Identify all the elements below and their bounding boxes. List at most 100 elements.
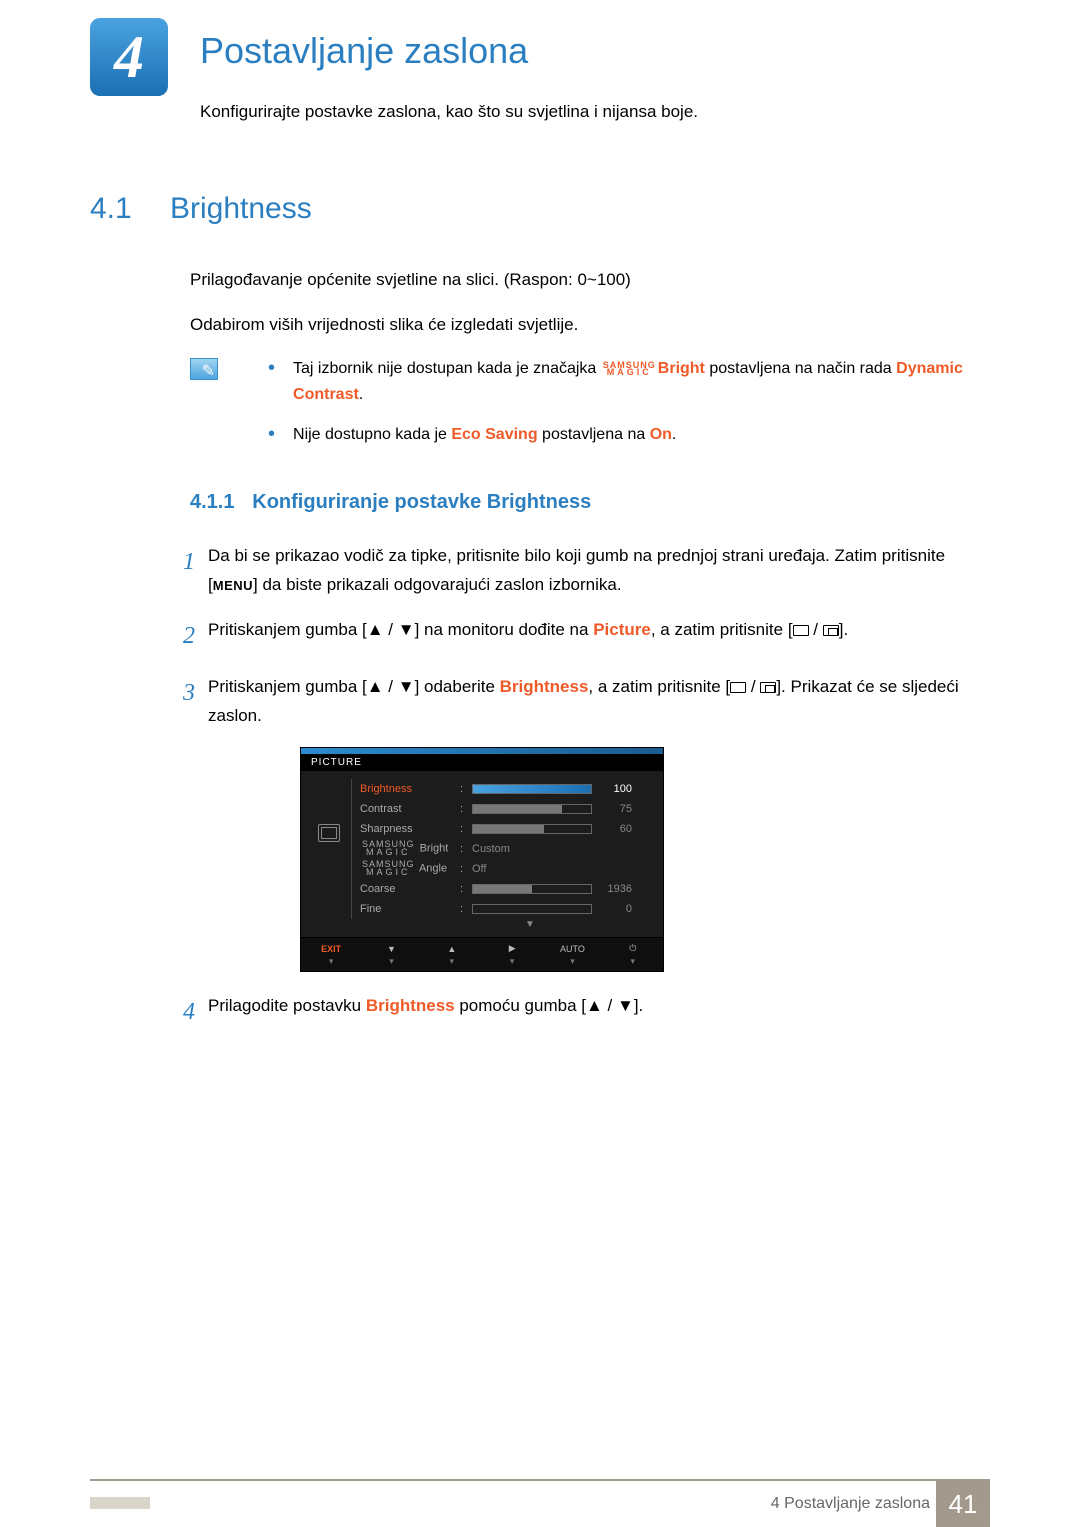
step-number: 4 <box>170 992 208 1033</box>
footer-accent <box>90 1497 150 1509</box>
osd-value: 100 <box>592 783 632 795</box>
footer-rule <box>90 1479 990 1481</box>
step4-text-c: ]. <box>634 996 643 1015</box>
osd-row: Fine: 0 <box>351 899 653 919</box>
osd-row: Sharpness: 60 <box>351 819 653 839</box>
osd-value: 0 <box>592 903 632 915</box>
osd-screenshot: PICTURE Brightness:100Contrast:75Sharpne… <box>300 747 664 972</box>
triangle-up-icon: ▲ <box>586 996 603 1015</box>
step-4: 4 Prilagodite postavku Brightness pomoću… <box>170 992 990 1033</box>
step-number: 1 <box>170 542 208 600</box>
osd-footer-bot: ▾ <box>301 956 361 967</box>
osd-footer-top: EXIT <box>301 942 361 956</box>
osd-footer-bot: ▾ <box>361 956 421 967</box>
osd-value: 60 <box>592 823 632 835</box>
osd-footer-cell: ⏻▾ <box>603 938 663 971</box>
subsection-title: Konfiguriranje postavke Brightness <box>252 491 591 513</box>
step2-text-b: ] na monitoru dođite na <box>415 620 594 639</box>
osd-footer-top: ▲ <box>422 942 482 956</box>
step3-text-b: ] odaberite <box>415 677 500 696</box>
step1-text-b: ] da biste prikazali odgovarajući zaslon… <box>253 575 622 594</box>
section-title: Brightness <box>170 192 312 226</box>
note2-highlight-1: Eco Saving <box>451 426 537 443</box>
note-icon <box>190 358 218 380</box>
footer-text: 4 Postavljanje zaslona <box>771 1495 930 1513</box>
osd-footer-cell: EXIT▾ <box>301 938 361 971</box>
osd-slider <box>472 804 592 814</box>
osd-slider <box>472 904 592 914</box>
osd-row: SAMSUNGMAGIC Angle:Off <box>351 859 653 879</box>
osd-row-label: Sharpness <box>360 823 460 835</box>
osd-colon: : <box>460 823 472 835</box>
osd-row: Contrast: 75 <box>351 799 653 819</box>
note2-text-b: postavljena na <box>542 426 650 443</box>
screen-source-icon <box>823 625 839 636</box>
osd-row-label: Contrast <box>360 803 460 815</box>
step-2: 2 Pritiskanjem gumba [▲ / ▼] na monitoru… <box>170 616 990 657</box>
osd-footer-bot: ▾ <box>603 956 663 967</box>
section-intro-2: Odabirom viših vrijednosti slika će izgl… <box>190 311 990 338</box>
osd-footer-top: ▶ <box>482 942 542 956</box>
osd-slider <box>472 824 592 834</box>
osd-row-label: SAMSUNGMAGIC Bright <box>360 841 460 856</box>
step4-highlight: Brightness <box>366 996 455 1015</box>
section-number: 4.1 <box>90 192 170 226</box>
osd-value-text: Custom <box>472 843 510 855</box>
osd-row-label: Fine <box>360 903 460 915</box>
triangle-down-icon: ▼ <box>398 620 415 639</box>
step4-text-a: Prilagodite postavku <box>208 996 366 1015</box>
osd-footer-bot: ▾ <box>422 956 482 967</box>
note1-bright: Bright <box>658 360 705 377</box>
chapter-number-badge: 4 <box>90 18 168 96</box>
step2-highlight: Picture <box>593 620 651 639</box>
osd-colon: : <box>460 863 472 875</box>
section-intro-1: Prilagođavanje općenite svjetline na sli… <box>190 266 990 293</box>
chapter-number: 4 <box>114 23 144 92</box>
bullet-icon: • <box>268 422 275 448</box>
note1-text-a: Taj izbornik nije dostupan kada je znača… <box>293 360 601 377</box>
page-footer: 4 Postavljanje zaslona 41 <box>0 1479 1080 1527</box>
step2-text-d: ]. <box>839 620 848 639</box>
step3-highlight: Brightness <box>500 677 589 696</box>
step-1: 1 Da bi se prikazao vodič za tipke, prit… <box>170 542 990 600</box>
step-number: 3 <box>170 673 208 731</box>
note-item-1: • Taj izbornik nije dostupan kada je zna… <box>238 356 990 407</box>
step3-text-a: Pritiskanjem gumba [ <box>208 677 367 696</box>
osd-footer-cell: AUTO▾ <box>542 938 602 971</box>
osd-footer-cell: ▲▾ <box>422 938 482 971</box>
osd-value: 75 <box>592 803 632 815</box>
osd-title: PICTURE <box>301 754 663 771</box>
step3-text-c: , a zatim pritisnite [ <box>588 677 730 696</box>
osd-row: Coarse:1936 <box>351 879 653 899</box>
step-3: 3 Pritiskanjem gumba [▲ / ▼] odaberite B… <box>170 673 990 731</box>
step4-text-b: pomoću gumba [ <box>455 996 586 1015</box>
step2-text-a: Pritiskanjem gumba [ <box>208 620 367 639</box>
subsection-number: 4.1.1 <box>190 491 234 513</box>
osd-value: 1936 <box>592 883 632 895</box>
osd-slider <box>472 784 592 794</box>
osd-footer-bot: ▾ <box>482 956 542 967</box>
osd-row-label: SAMSUNGMAGIC Angle <box>360 861 460 876</box>
osd-footer-cell: ▼▾ <box>361 938 421 971</box>
screen-icon <box>793 625 809 636</box>
osd-row: Brightness:100 <box>351 779 653 799</box>
menu-button-label: MENU <box>213 578 253 593</box>
note-block: • Taj izbornik nije dostupan kada je zna… <box>190 356 990 461</box>
note-item-2: • Nije dostupno kada je Eco Saving posta… <box>238 422 990 448</box>
osd-colon: : <box>460 803 472 815</box>
note2-text-a: Nije dostupno kada je <box>293 426 451 443</box>
osd-footer-top: ⏻ <box>603 942 663 956</box>
osd-footer-bot: ▾ <box>542 956 602 967</box>
osd-row: SAMSUNGMAGIC Bright:Custom <box>351 839 653 859</box>
osd-footer-cell: ▶▾ <box>482 938 542 971</box>
chapter-title: Postavljanje zaslona <box>200 30 528 72</box>
page-number: 41 <box>936 1481 990 1527</box>
osd-more-icon: ▼ <box>407 919 653 933</box>
osd-colon: : <box>460 903 472 915</box>
osd-row-label: Brightness <box>360 783 460 795</box>
osd-colon: : <box>460 883 472 895</box>
note1-text-c: . <box>359 386 363 403</box>
chapter-subtitle: Konfigurirajte postavke zaslona, kao što… <box>200 102 990 122</box>
osd-slider <box>472 884 592 894</box>
osd-footer-top: ▼ <box>361 942 421 956</box>
